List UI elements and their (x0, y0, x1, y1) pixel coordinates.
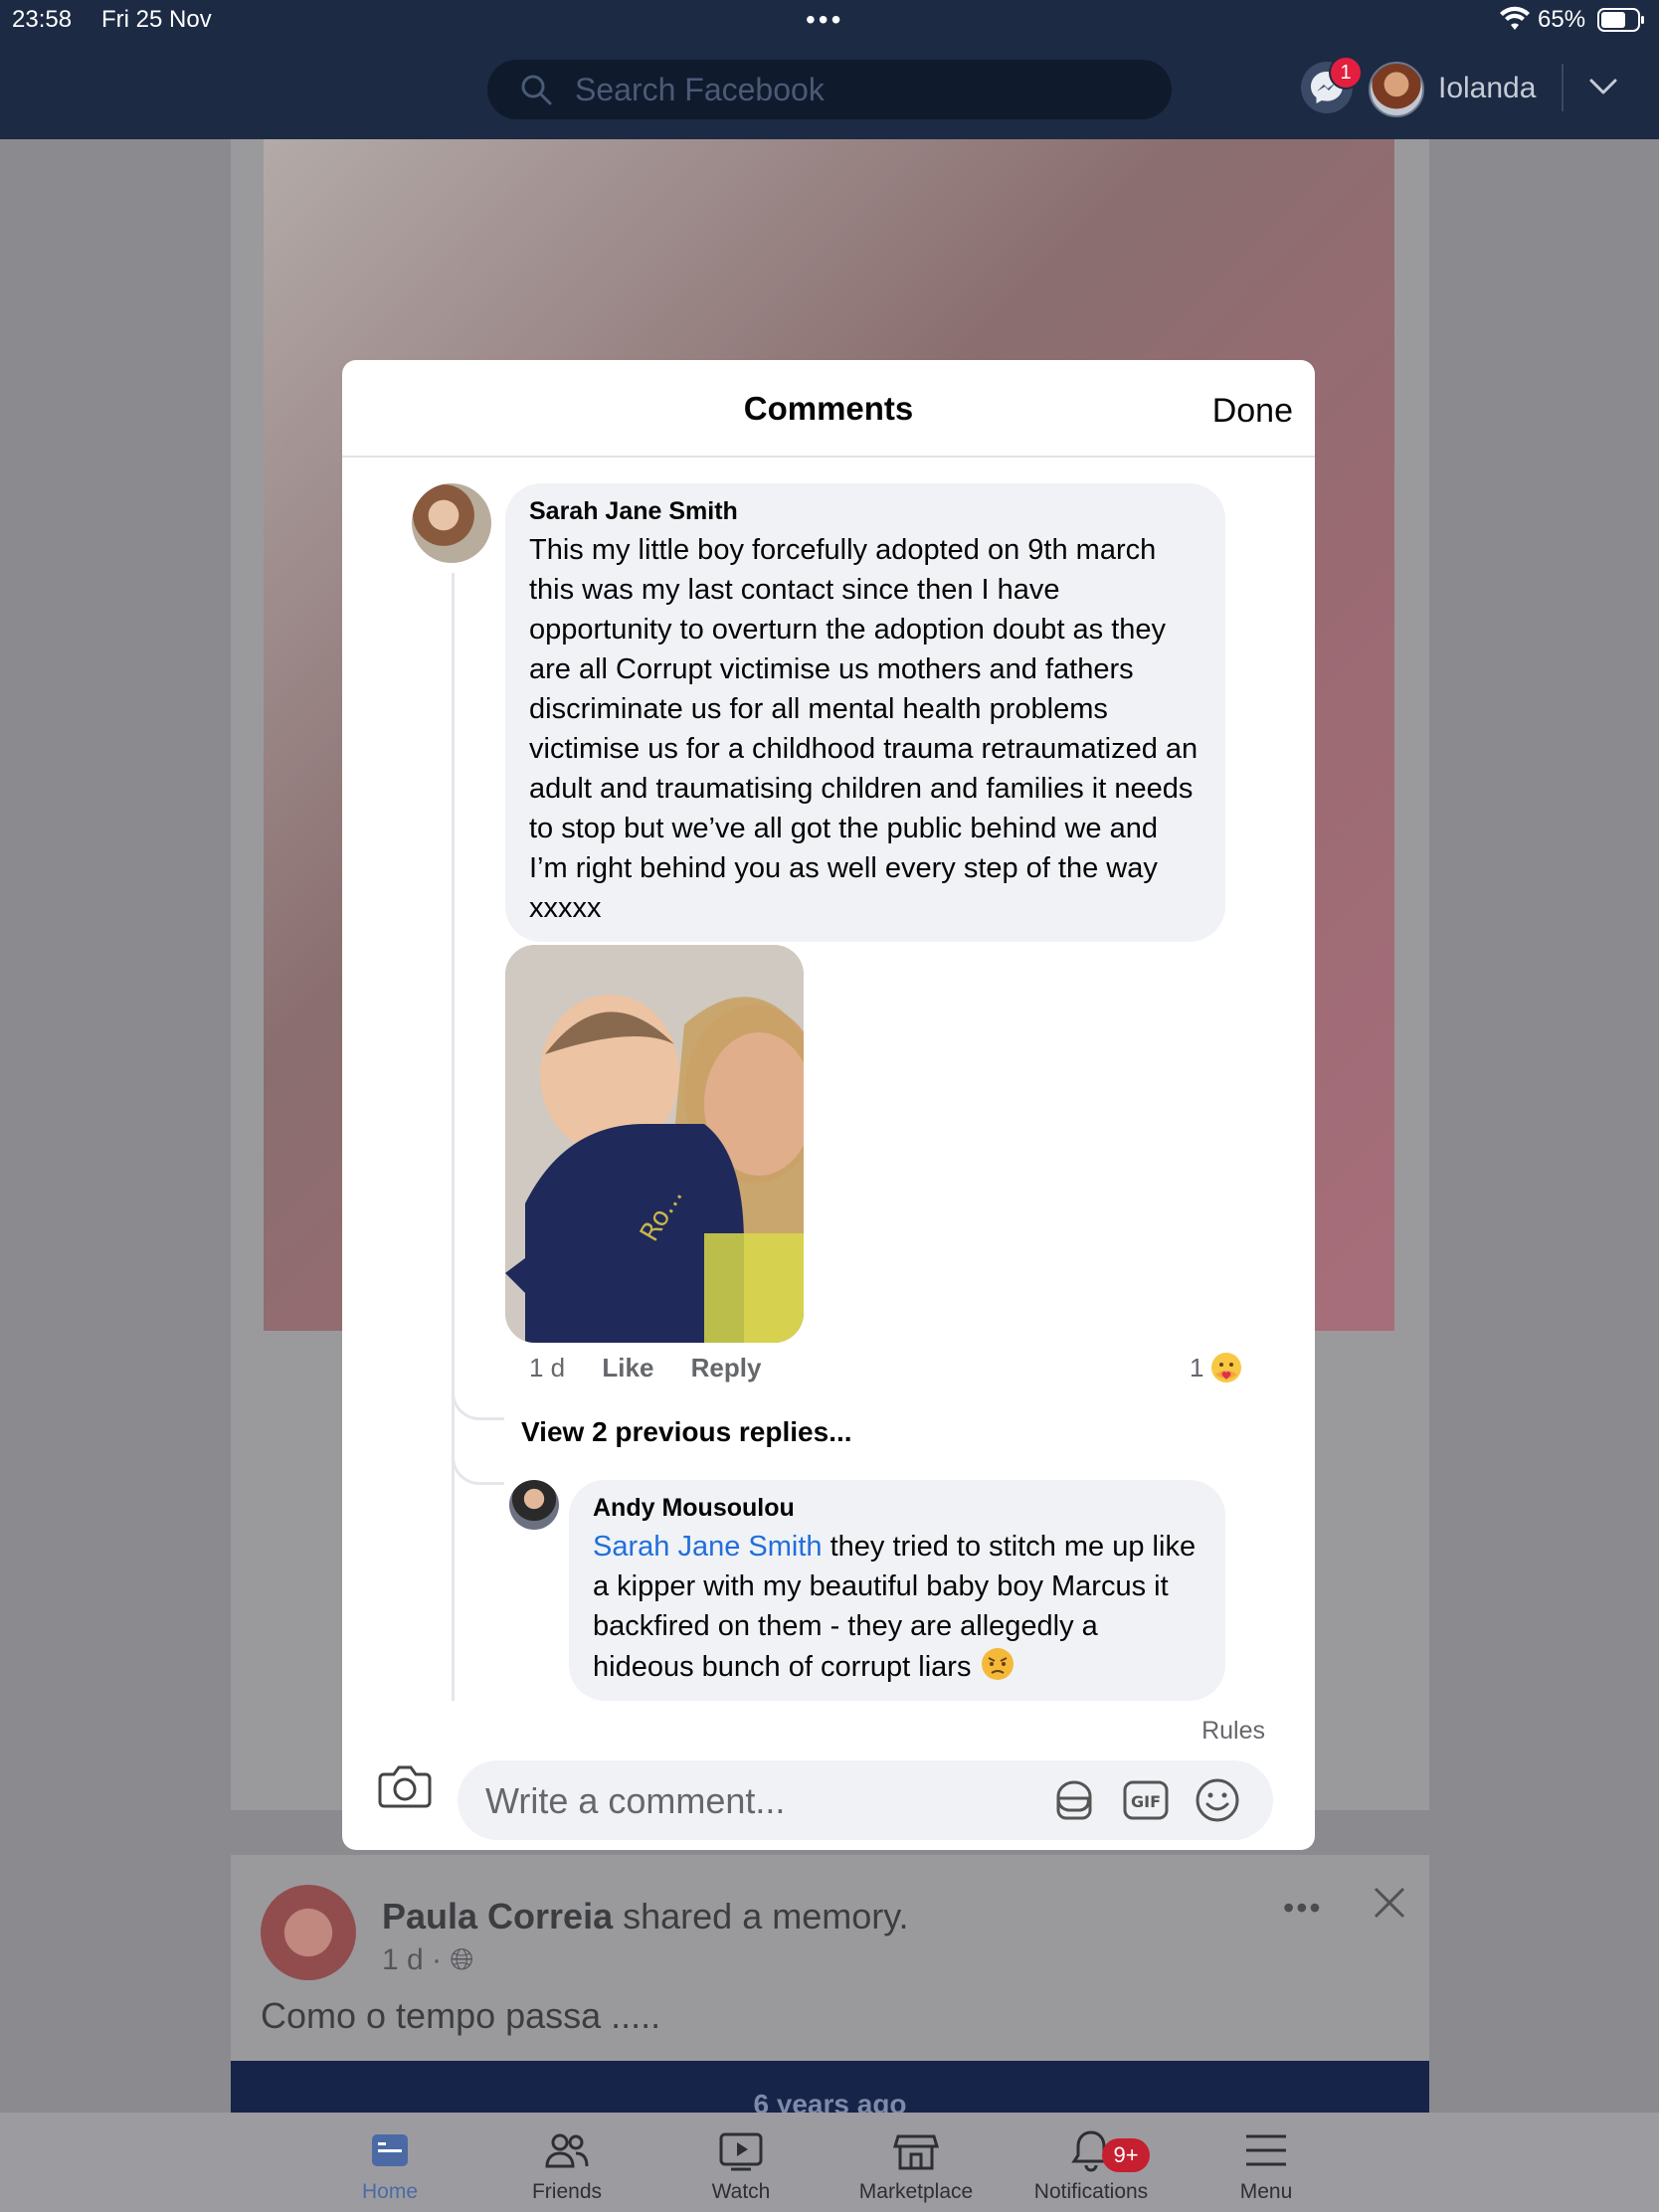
chevron-down-icon[interactable] (1587, 76, 1619, 97)
reply-author[interactable]: Andy Mousoulou (593, 1494, 1201, 1523)
tab-label: Watch (711, 2180, 771, 2203)
notifications-badge: 9+ (1102, 2138, 1150, 2172)
messenger-badge: 1 (1329, 56, 1363, 90)
battery-icon (1597, 8, 1644, 32)
divider (1562, 64, 1564, 111)
thread-line (452, 573, 455, 1701)
svg-text:GIF: GIF (1131, 1792, 1161, 1811)
menu-icon (1246, 2134, 1286, 2166)
tab-notifications[interactable]: Notifications (1012, 2126, 1171, 2204)
friends-icon (545, 2133, 589, 2168)
tab-label: Marketplace (858, 2180, 974, 2203)
watch-icon (719, 2132, 763, 2171)
thread-connector (452, 1432, 504, 1485)
comments-modal: Comments Done Sarah Jane Smith This my l… (342, 360, 1315, 1850)
battery-percent: 65% (1538, 6, 1586, 33)
multitasking-dots-icon[interactable]: ••• (806, 4, 843, 36)
gif-icon[interactable]: GIF (1122, 1776, 1170, 1824)
tab-label: Menu (1239, 2180, 1293, 2203)
bottom-tab-bar (0, 2113, 1659, 2212)
top-bar: 23:58 Fri 25 Nov ••• 65% Search Facebook… (0, 0, 1659, 139)
memory-banner: 6 years ago (231, 2061, 1429, 2120)
post-author-name[interactable]: Paula Correia (382, 1896, 613, 1936)
reply-text: Sarah Jane Smith they tried to stitch me… (593, 1527, 1201, 1687)
avatar[interactable] (1369, 62, 1424, 117)
like-button[interactable]: Like (602, 1353, 653, 1382)
thread-connector (452, 1368, 504, 1420)
modal-title: Comments (743, 390, 914, 427)
tab-label: Friends (531, 2180, 603, 2203)
comment-bubble[interactable]: Sarah Jane Smith This my little boy forc… (505, 483, 1225, 942)
globe-icon: 🌐︎ (450, 1943, 474, 1976)
tab-marketplace[interactable]: Marketplace (836, 2126, 996, 2204)
comment-input[interactable]: Write a comment... GIF (458, 1760, 1273, 1840)
status-date: Fri 25 Nov (101, 6, 212, 33)
reaction-count[interactable]: 1 (1190, 1353, 1203, 1383)
avatar[interactable] (412, 483, 491, 563)
emoji-icon[interactable] (1194, 1776, 1241, 1824)
camera-icon[interactable] (378, 1760, 432, 1810)
angry-emoji-icon (981, 1648, 1014, 1680)
photo-content: Ro... (505, 945, 804, 1343)
view-previous-replies-link[interactable]: View 2 previous replies... (521, 1416, 852, 1448)
post-action-text: shared a memory. (613, 1896, 909, 1936)
post-text: Como o tempo passa ..... (261, 1995, 661, 2036)
done-button[interactable]: Done (1212, 392, 1293, 431)
tab-menu[interactable]: Menu (1187, 2126, 1346, 2204)
post-author: Paula Correia shared a memory. (382, 1896, 909, 1937)
avatar[interactable] (509, 1480, 559, 1530)
more-options-icon[interactable]: ••• (1283, 1890, 1323, 1927)
search-input[interactable]: Search Facebook (487, 60, 1172, 119)
reply-bubble[interactable]: Andy Mousoulou Sarah Jane Smith they tri… (569, 1480, 1225, 1701)
close-icon[interactable] (1373, 1886, 1406, 1920)
tab-label: Notifications (1033, 2180, 1149, 2203)
user-name[interactable]: Iolanda (1438, 72, 1536, 105)
tab-home[interactable]: Home (310, 2126, 469, 2204)
search-icon (521, 75, 552, 105)
search-placeholder: Search Facebook (575, 71, 825, 107)
modal-header: Comments Done (342, 360, 1315, 458)
comment-thread[interactable]: Sarah Jane Smith This my little boy forc… (342, 458, 1315, 1701)
avatar-sticker-icon[interactable] (1050, 1776, 1098, 1824)
post-time-text: 1 d · (382, 1943, 443, 1976)
reply-button[interactable]: Reply (691, 1353, 762, 1382)
tab-label: Home (361, 2180, 419, 2203)
care-emoji-icon[interactable] (1209, 1351, 1243, 1384)
home-icon (372, 2134, 408, 2166)
post-timestamp: 1 d · 🌐︎ (382, 1943, 473, 1977)
comment-meta: 1 d Like Reply (529, 1353, 791, 1383)
comment-text: This my little boy forcefully adopted on… (529, 534, 1198, 924)
tab-friends[interactable]: Friends (487, 2126, 646, 2204)
tab-watch[interactable]: Watch (661, 2126, 821, 2204)
marketplace-icon (892, 2134, 940, 2170)
status-time: 23:58 (12, 6, 73, 33)
comment-author[interactable]: Sarah Jane Smith (529, 497, 1201, 526)
avatar[interactable] (261, 1885, 356, 1980)
mention-link[interactable]: Sarah Jane Smith (593, 1531, 823, 1563)
wifi-icon (1500, 6, 1530, 30)
rules-link[interactable]: Rules (1201, 1717, 1265, 1746)
comment-photo[interactable]: Ro... (505, 945, 804, 1343)
comment-input-placeholder: Write a comment... (485, 1780, 786, 1821)
comment-time: 1 d (529, 1353, 566, 1382)
